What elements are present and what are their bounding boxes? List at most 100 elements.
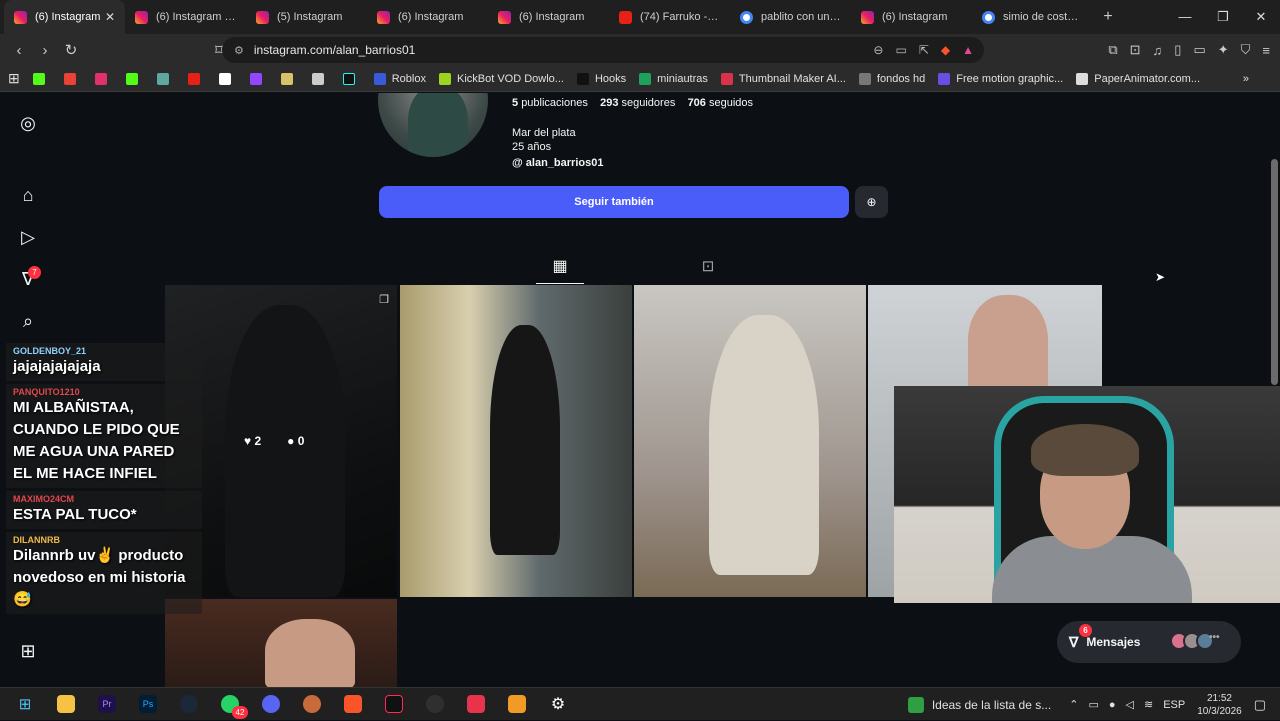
device-icon[interactable]: ▭: [1088, 698, 1098, 711]
followers-stat[interactable]: 293 seguidores: [600, 97, 675, 109]
threads-link[interactable]: @ alan_barrios01: [512, 156, 603, 170]
tab-google[interactable]: pablito con un arb: [730, 0, 851, 34]
windows-start-icon[interactable]: ⊞: [9, 691, 41, 717]
bookmark-miniautras[interactable]: miniautras: [639, 72, 708, 85]
brave-shield-icon[interactable]: ◆: [941, 43, 950, 57]
more-bookmarks-icon[interactable]: »: [1243, 73, 1249, 85]
sidebar-icon[interactable]: ▯: [1174, 42, 1181, 58]
tab-youtube[interactable]: (74) Farruko - Cos: [609, 0, 730, 34]
posts-grid-tab[interactable]: ▦: [536, 253, 584, 284]
suggested-users-button[interactable]: ⊕: [855, 186, 888, 218]
whatsapp-badge: 42: [232, 706, 248, 719]
tab-instagram[interactable]: (6) Instagram: [851, 0, 972, 34]
brave-rewards-icon[interactable]: ▲: [962, 43, 974, 57]
forward-icon[interactable]: ›: [32, 42, 58, 59]
language-indicator[interactable]: ESP: [1163, 699, 1185, 711]
youtube-icon: [619, 10, 632, 24]
follow-back-button[interactable]: Seguir también: [379, 186, 849, 218]
twitch-bookmark-icon[interactable]: [249, 72, 268, 85]
kick-bookmark-icon[interactable]: [125, 72, 144, 85]
chat-text: Dilannrb uv✌️ producto novedoso en mi hi…: [13, 547, 186, 608]
ethereum-bookmark-icon[interactable]: [156, 72, 175, 85]
youtube-bookmark-icon[interactable]: [187, 72, 206, 85]
minimize-icon[interactable]: —: [1166, 0, 1204, 34]
premiere-icon[interactable]: Pr: [91, 691, 123, 717]
home-icon[interactable]: ⌂: [17, 184, 39, 206]
chat-text: MI ALBAÑISTAA, CUANDO LE PIDO QUE ME AGU…: [13, 399, 180, 482]
chat-message: DILANNRB Dilannrb uv✌️ producto novedoso…: [6, 532, 202, 614]
tab-instagram-active[interactable]: (6) Instagram ✕: [4, 0, 125, 34]
whatsapp-icon[interactable]: 42: [214, 691, 248, 719]
close-icon[interactable]: ✕: [105, 10, 115, 24]
post-thumbnail[interactable]: [400, 285, 632, 597]
post-thumbnail[interactable]: [634, 285, 866, 597]
close-window-icon[interactable]: ✕: [1242, 0, 1280, 34]
site-settings-icon[interactable]: ⚙: [234, 44, 244, 57]
menu-icon[interactable]: ≡: [1262, 43, 1270, 58]
following-stat[interactable]: 706 seguidos: [688, 97, 753, 109]
kick-bookmark-icon[interactable]: [32, 72, 51, 85]
photoshop-icon[interactable]: Ps: [132, 691, 164, 717]
bookmark-hooks[interactable]: Hooks: [576, 72, 626, 85]
instagram-bookmark-icon[interactable]: [94, 72, 113, 85]
music-icon[interactable]: ♫: [1153, 43, 1163, 58]
new-tab-button[interactable]: +: [1093, 8, 1123, 26]
news-widget-icon[interactable]: [907, 696, 924, 713]
reload-icon[interactable]: ↻: [58, 41, 84, 59]
share-icon[interactable]: ⇱: [919, 43, 929, 57]
wifi-icon[interactable]: ≋: [1144, 698, 1153, 711]
maximize-icon[interactable]: ❐: [1204, 0, 1242, 34]
extensions-icon[interactable]: ⧉: [1108, 42, 1117, 58]
tiktok-bookmark-icon[interactable]: [342, 72, 361, 85]
instagram-logo-icon[interactable]: ◎: [17, 112, 39, 134]
tagged-tab[interactable]: ⊡: [694, 253, 722, 284]
fl-studio-icon[interactable]: [501, 691, 533, 717]
gmail-bookmark-icon[interactable]: [63, 72, 82, 85]
cast-icon[interactable]: ▭: [895, 43, 906, 57]
bookmark-fondos-hd[interactable]: fondos hd: [858, 72, 925, 85]
x-bookmark-icon[interactable]: [218, 72, 237, 85]
screenshot-icon[interactable]: ⊡: [1130, 42, 1141, 58]
chevron-up-icon[interactable]: ⌃: [1069, 698, 1078, 711]
address-bar[interactable]: ⚙ instagram.com/alan_barrios01 ⊖ ▭ ⇱ ◆ ▲: [222, 37, 984, 63]
tiktok-icon[interactable]: [378, 691, 410, 717]
bookmark-thumbnail-maker[interactable]: Thumbnail Maker AI...: [720, 72, 846, 85]
profile-avatar[interactable]: [378, 93, 488, 157]
obs-icon[interactable]: [255, 691, 287, 717]
messages-button[interactable]: ∇ 6 Mensajes •••: [1057, 621, 1241, 663]
bookmark-free-motion[interactable]: Free motion graphic...: [938, 72, 1063, 85]
clock[interactable]: 21:52 10/3/2026: [1197, 692, 1242, 718]
volume-icon[interactable]: ◁: [1126, 698, 1134, 711]
tab-instagram[interactable]: (6) Instagram: [488, 0, 609, 34]
obs-studio-icon[interactable]: [419, 691, 451, 717]
posts-stat[interactable]: 5 publicaciones: [512, 97, 588, 109]
app-icon[interactable]: [296, 691, 328, 717]
bookmark-roblox[interactable]: Roblox: [373, 72, 426, 85]
reels-icon[interactable]: ▷: [17, 226, 39, 248]
search-icon[interactable]: ⌕: [17, 310, 39, 332]
apps-icon[interactable]: ⊞: [8, 70, 20, 87]
app-icon[interactable]: [460, 691, 492, 717]
steam-icon[interactable]: [173, 691, 205, 717]
bookmark-kickbot[interactable]: KickBot VOD Dowlo...: [438, 72, 564, 85]
tab-google[interactable]: simio de costado: [972, 0, 1093, 34]
wallet-icon[interactable]: ▭: [1193, 42, 1205, 58]
bookmark-icon[interactable]: [280, 72, 299, 85]
file-explorer-icon[interactable]: [50, 691, 82, 717]
leo-ai-icon[interactable]: ✦: [1218, 42, 1229, 58]
notifications-icon[interactable]: ▢: [1254, 697, 1266, 713]
news-widget-text[interactable]: Ideas de la lista de s...: [932, 698, 1051, 712]
tab-instagram[interactable]: (5) Instagram: [246, 0, 367, 34]
vpn-icon[interactable]: ⛉: [1241, 42, 1251, 58]
tab-instagram-messages[interactable]: (6) Instagram • Me: [125, 0, 246, 34]
more-icon[interactable]: ⊞: [17, 640, 39, 662]
microphone-icon[interactable]: ●: [1109, 699, 1116, 711]
brave-icon[interactable]: [337, 691, 369, 717]
settings-icon[interactable]: ⚙: [542, 691, 574, 717]
zoom-icon[interactable]: ⊖: [873, 43, 883, 57]
bookmark-paperanimator[interactable]: PaperAnimator.com...: [1076, 72, 1200, 85]
back-icon[interactable]: ‹: [6, 42, 32, 59]
page-scrollbar[interactable]: [1271, 159, 1278, 385]
bookmark-icon[interactable]: [311, 72, 330, 85]
tab-instagram[interactable]: (6) Instagram: [367, 0, 488, 34]
